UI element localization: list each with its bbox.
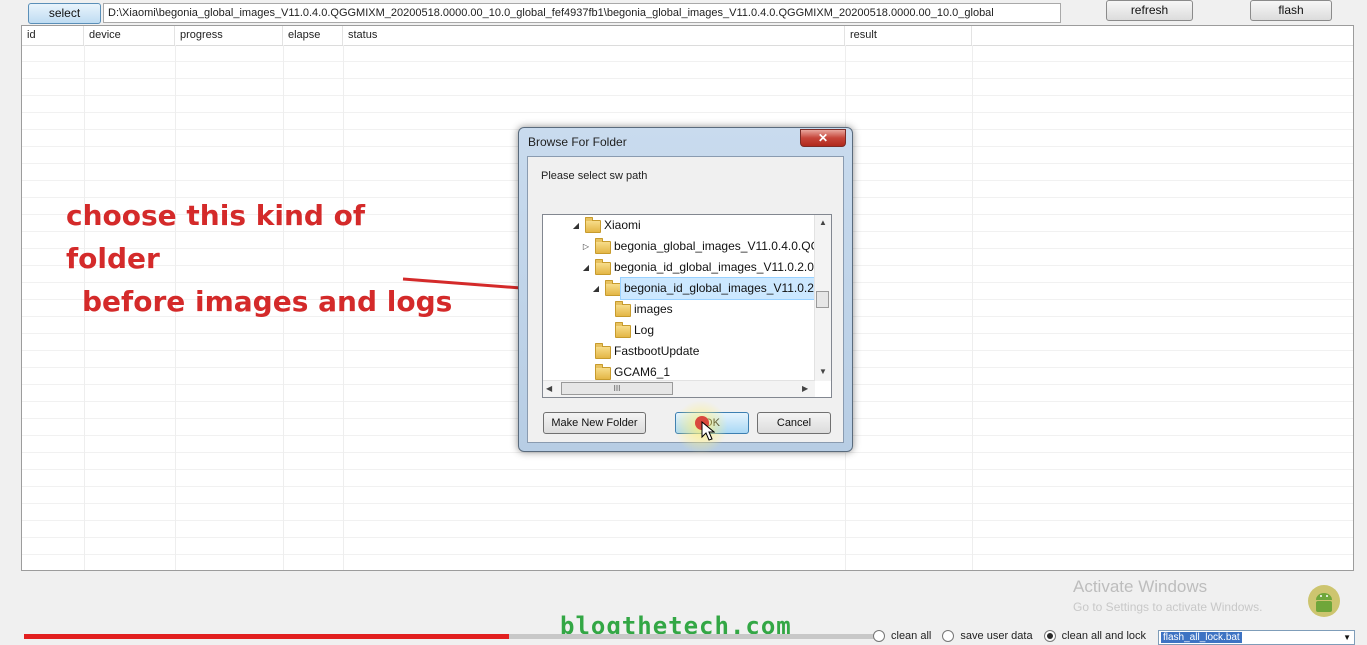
radio-button-icon[interactable] (873, 630, 885, 643)
column-header-progress[interactable]: progress (175, 26, 283, 45)
tree-item-label: begonia_global_images_V11.0.4.0.QGG (614, 239, 830, 253)
path-field[interactable]: D:\Xiaomi\begonia_global_images_V11.0.4.… (103, 3, 1061, 23)
collapsed-triangle-icon[interactable]: ▷ (581, 236, 591, 257)
radio-label: clean all (891, 630, 932, 643)
radio-label: clean all and lock (1061, 630, 1147, 643)
table-header: id device progress elapse status result (22, 26, 1353, 46)
scroll-right-icon[interactable]: ▶ (802, 384, 808, 393)
dialog-prompt: Please select sw path (541, 170, 648, 182)
folder-icon (585, 217, 601, 233)
video-progress-bar[interactable] (24, 634, 874, 639)
dialog-title: Browse For Folder (528, 135, 627, 149)
activate-windows-subtitle: Go to Settings to activate Windows. (1073, 600, 1263, 614)
folder-icon (615, 301, 631, 317)
scroll-left-icon[interactable]: ◀ (546, 384, 552, 393)
folder-icon (605, 280, 621, 296)
folder-icon (595, 343, 611, 359)
annotation-line-1: choose this kind of folder (66, 199, 366, 275)
activate-windows-watermark: Activate Windows Go to Settings to activ… (1073, 577, 1262, 614)
tree-item-label: FastbootUpdate (614, 344, 700, 358)
tree-item-label: begonia_id_global_images_V11.0.2.0.C (614, 260, 826, 274)
flash-button[interactable]: flash (1250, 0, 1332, 21)
activate-windows-title: Activate Windows (1073, 577, 1208, 596)
flash-mode-options: clean all save user data clean all and l… (873, 630, 1154, 643)
column-header-id[interactable]: id (22, 26, 84, 45)
folder-icon (615, 322, 631, 338)
tutorial-annotation: choose this kind of folder before images… (66, 194, 466, 323)
column-header-device[interactable]: device (84, 26, 175, 45)
folder-icon (595, 364, 611, 380)
folder-icon (595, 238, 611, 254)
radio-save-user-data[interactable]: save user data (942, 630, 1033, 643)
scroll-down-icon[interactable]: ▼ (819, 367, 827, 376)
android-logo-icon (1308, 585, 1340, 617)
radio-button-checked-icon[interactable] (1043, 630, 1056, 643)
expanded-triangle-icon[interactable]: ◢ (581, 257, 591, 278)
close-icon[interactable]: ✕ (800, 129, 846, 147)
vertical-scroll-thumb[interactable] (816, 291, 829, 308)
make-new-folder-button[interactable]: Make New Folder (543, 412, 646, 434)
column-divider (972, 45, 973, 570)
tree-item-label: images (634, 302, 673, 316)
refresh-button[interactable]: refresh (1106, 0, 1193, 21)
radio-button-icon[interactable] (942, 630, 955, 643)
dialog-body: Please select sw path ◢ Xiaomi ▷ begonia… (527, 156, 844, 443)
tree-item-label: Log (634, 323, 655, 337)
column-header-result[interactable]: result (845, 26, 972, 45)
tree-item-label: Xiaomi (604, 218, 641, 232)
cancel-button[interactable]: Cancel (757, 412, 831, 434)
select-button[interactable]: select (28, 3, 101, 24)
chevron-down-icon[interactable]: ▼ (1343, 631, 1351, 644)
expanded-triangle-icon[interactable]: ◢ (571, 215, 581, 236)
vertical-scrollbar[interactable]: ▲ ▼ (814, 215, 831, 381)
column-header-status[interactable]: status (343, 26, 845, 45)
folder-tree: ◢ Xiaomi ▷ begonia_global_images_V11.0.4… (542, 214, 832, 398)
expanded-triangle-icon[interactable]: ◢ (591, 278, 601, 299)
folder-icon (595, 259, 611, 275)
column-header-elapse[interactable]: elapse (283, 26, 343, 45)
horizontal-scroll-thumb[interactable]: III (561, 382, 673, 395)
scroll-up-icon[interactable]: ▲ (819, 218, 827, 227)
mouse-pointer-icon (701, 421, 715, 441)
progress-fill (24, 634, 509, 639)
flash-script-select[interactable]: flash_all_lock.bat ▼ (1158, 630, 1355, 645)
radio-clean-all-and-lock[interactable]: clean all and lock (1043, 630, 1147, 643)
flash-script-value: flash_all_lock.bat (1161, 632, 1242, 643)
radio-clean-all[interactable]: clean all (873, 630, 932, 643)
tree-item-label: begonia_id_global_images_V11.0.2.0. (619, 277, 831, 300)
radio-label: save user data (960, 630, 1033, 643)
horizontal-scrollbar[interactable]: ◀ III ▶ (543, 380, 815, 397)
